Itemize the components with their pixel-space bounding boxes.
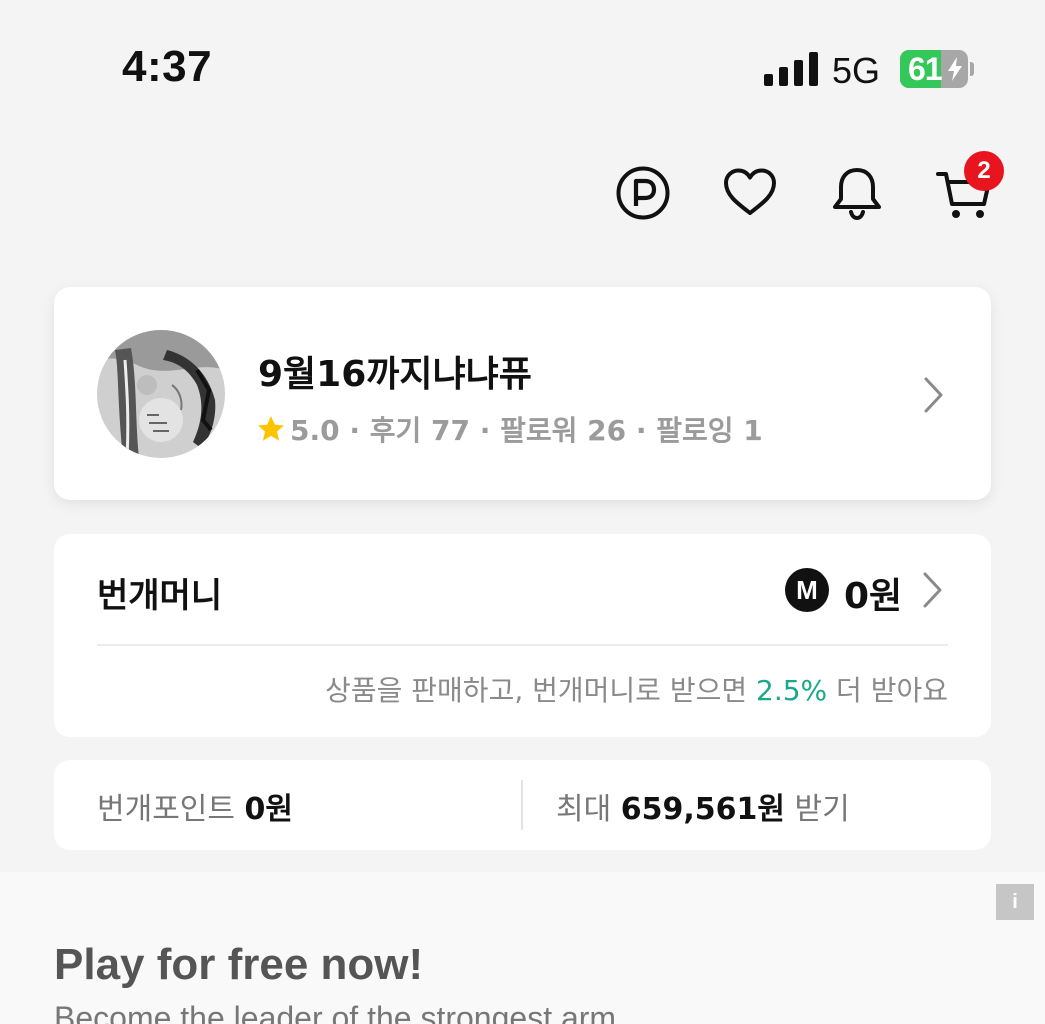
- status-time: 4:37: [122, 42, 213, 91]
- max-reward[interactable]: 최대 659,561원 받기: [556, 784, 850, 828]
- avatar[interactable]: [97, 330, 225, 458]
- bungae-money-amount: 0원: [844, 576, 903, 617]
- points-label: 번개포인트: [97, 792, 245, 827]
- max-prefix: 최대: [556, 792, 621, 827]
- profile-name: 9월16까지냐냐퓨: [258, 354, 532, 395]
- chevron-right-icon[interactable]: [921, 571, 945, 609]
- status-bar: 4:37 5G 61: [0, 0, 1045, 140]
- divider: [97, 644, 948, 646]
- points-amount: 0원: [244, 792, 294, 827]
- bungae-money-icon: M: [785, 568, 829, 612]
- ad-info-icon[interactable]: i: [996, 884, 1034, 920]
- heart-icon[interactable]: [721, 164, 779, 222]
- ad-title: Play for free now!: [54, 940, 424, 989]
- star-icon: [258, 416, 284, 441]
- battery-icon: 61: [900, 50, 968, 88]
- chevron-right-icon[interactable]: [922, 376, 946, 414]
- bungae-money-title: 번개머니: [97, 576, 223, 616]
- points-separator: [521, 780, 523, 830]
- cart-badge: 2: [964, 151, 1004, 191]
- cellular-signal-icon: [764, 52, 818, 86]
- ad-banner[interactable]: i Play for free now! Become the leader o…: [0, 872, 1045, 1024]
- bell-icon[interactable]: [828, 164, 886, 222]
- max-suffix: 받기: [785, 792, 850, 827]
- max-amount: 659,561원: [620, 792, 785, 827]
- note-prefix: 상품을 판매하고, 번개머니로 받으면: [325, 674, 757, 707]
- avatar-image: [97, 330, 225, 458]
- battery-percent: 61: [908, 51, 943, 87]
- profile-card[interactable]: 9월16까지냐냐퓨 5.0 · 후기 77 · 팔로워 26 · 팔로잉 1: [54, 287, 991, 500]
- ad-subtitle: Become the leader of the strongest arm: [54, 1000, 617, 1024]
- profile-stats: 5.0 · 후기 77 · 팔로워 26 · 팔로잉 1: [256, 409, 763, 449]
- charging-bolt-icon: [948, 57, 962, 81]
- bungae-money-card[interactable]: 번개머니 M 0원 상품을 판매하고, 번개머니로 받으면 2.5% 더 받아요: [54, 534, 991, 737]
- profile-stats-text: 5.0 · 후기 77 · 팔로워 26 · 팔로잉 1: [290, 414, 763, 447]
- battery-cap: [970, 62, 974, 76]
- note-rate: 2.5%: [756, 674, 828, 707]
- bungae-points-card: 번개포인트 0원 최대 659,561원 받기: [54, 760, 991, 850]
- network-type: 5G: [832, 50, 881, 91]
- bungae-points[interactable]: 번개포인트 0원: [97, 784, 293, 828]
- point-icon[interactable]: [614, 164, 672, 222]
- bungae-money-note: 상품을 판매하고, 번개머니로 받으면 2.5% 더 받아요: [325, 669, 948, 709]
- note-suffix: 더 받아요: [827, 674, 948, 707]
